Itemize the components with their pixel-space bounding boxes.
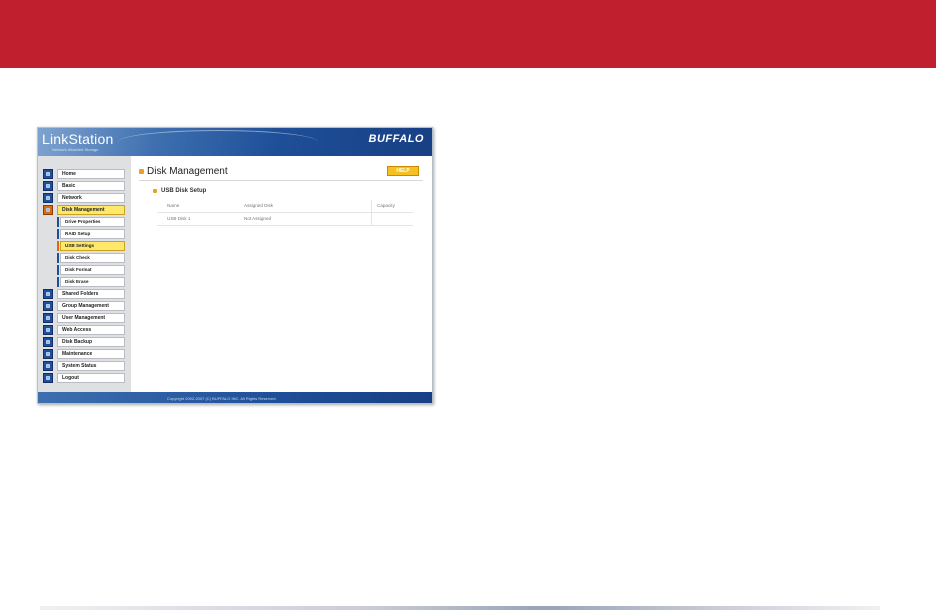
- subnav-marker: [57, 229, 59, 239]
- sidebar-item-home[interactable]: Home: [41, 169, 125, 179]
- subnav-item-disk-erase[interactable]: Disk Erase: [57, 277, 125, 287]
- subnav-item-label: Disk Erase: [60, 277, 125, 287]
- subnav-marker: [57, 253, 59, 263]
- sidebar-nav: Home Basic Network Disk Management Drive…: [38, 156, 131, 392]
- subnav-item-disk-check[interactable]: Disk Check: [57, 253, 125, 263]
- title-bullet-icon: [139, 169, 144, 174]
- sidebar-item-logout[interactable]: Logout: [41, 373, 125, 383]
- subnav-item-label: USB Settings: [60, 241, 125, 251]
- subnav-item-disk-format[interactable]: Disk Format: [57, 265, 125, 275]
- section-title: USB Disk Setup: [161, 188, 207, 194]
- sidebar-item-label: Home: [57, 169, 125, 179]
- sidebar-item-network[interactable]: Network: [41, 193, 125, 203]
- web-icon: [43, 325, 53, 335]
- app-footer: Copyright 2002-2007 (C) BUFFALO INC. All…: [38, 392, 432, 403]
- sidebar-item-disk-backup[interactable]: Disk Backup: [41, 337, 125, 347]
- sidebar-item-web-access[interactable]: Web Access: [41, 325, 125, 335]
- basic-settings-icon: [43, 181, 53, 191]
- sidebar-item-label: Basic: [57, 181, 125, 191]
- subnav-item-drive-properties[interactable]: Drive Properties: [57, 217, 125, 227]
- subnav-marker: [57, 217, 59, 227]
- copyright-text: Copyright 2002-2007 (C) BUFFALO INC. All…: [167, 396, 277, 401]
- logout-icon: [43, 373, 53, 383]
- sidebar-item-label: Maintenance: [57, 349, 125, 359]
- subnav-marker: [57, 265, 59, 275]
- subnav-item-usb-settings[interactable]: USB Settings: [57, 241, 125, 251]
- subnav-item-label: Drive Properties: [60, 217, 125, 227]
- sidebar-item-label: Shared Folders: [57, 289, 125, 299]
- folder-icon: [43, 289, 53, 299]
- subnav-item-label: Disk Format: [60, 265, 125, 275]
- column-header-capacity: Capacity: [377, 203, 395, 208]
- sidebar-item-label: Group Management: [57, 301, 125, 311]
- main-content: Disk Management HELP USB Disk Setup Name…: [131, 156, 432, 392]
- group-icon: [43, 301, 53, 311]
- sidebar-item-label: User Management: [57, 313, 125, 323]
- subnav-item-label: Disk Check: [60, 253, 125, 263]
- backup-icon: [43, 337, 53, 347]
- maintenance-icon: [43, 349, 53, 359]
- app-header: LinkStation Network Attached Storage BUF…: [38, 128, 432, 156]
- section-bullet-icon: [153, 189, 157, 193]
- help-button[interactable]: HELP: [387, 166, 419, 176]
- bottom-gradient-rule: [40, 606, 880, 610]
- sidebar-item-label: Network: [57, 193, 125, 203]
- product-logo[interactable]: LinkStation: [42, 131, 113, 147]
- assigned-disk-value: Not Assigned: [244, 216, 272, 221]
- sidebar-item-shared-folders[interactable]: Shared Folders: [41, 289, 125, 299]
- user-icon: [43, 313, 53, 323]
- sidebar-item-group-management[interactable]: Group Management: [41, 301, 125, 311]
- header-swirl-decoration: [118, 130, 318, 154]
- sidebar-item-label: Disk Management: [57, 205, 125, 215]
- subnav-marker: [57, 241, 59, 251]
- sidebar-item-disk-management[interactable]: Disk Management: [41, 205, 125, 215]
- sidebar-item-user-management[interactable]: User Management: [41, 313, 125, 323]
- title-divider: [139, 180, 423, 181]
- column-divider: [371, 213, 372, 226]
- home-icon: [43, 169, 53, 179]
- red-header-band: [0, 0, 936, 68]
- table-row[interactable]: USB Disk 1 Not Assigned: [157, 213, 413, 226]
- nas-web-ui-screenshot: LinkStation Network Attached Storage BUF…: [37, 127, 433, 404]
- subnav-marker: [57, 277, 59, 287]
- status-icon: [43, 361, 53, 371]
- column-header-name: Name: [167, 203, 180, 208]
- sidebar-item-label: Disk Backup: [57, 337, 125, 347]
- sidebar-item-label: Web Access: [57, 325, 125, 335]
- sidebar-item-basic[interactable]: Basic: [41, 181, 125, 191]
- column-divider: [371, 200, 372, 213]
- sidebar-item-label: Logout: [57, 373, 125, 383]
- usb-disk-table: Name Assigned Disk Capacity USB Disk 1 N…: [157, 200, 413, 226]
- disk-icon: [43, 205, 53, 215]
- network-icon: [43, 193, 53, 203]
- slide-page: LinkStation Network Attached Storage BUF…: [0, 0, 936, 616]
- product-subtitle: Network Attached Storage: [52, 147, 99, 152]
- page-title: Disk Management: [147, 166, 228, 177]
- column-header-assigned-disk: Assigned Disk: [244, 203, 274, 208]
- app-body: Home Basic Network Disk Management Drive…: [38, 156, 432, 392]
- table-header-row: Name Assigned Disk Capacity: [157, 200, 413, 213]
- sidebar-item-system-status[interactable]: System Status: [41, 361, 125, 371]
- brand-logo: BUFFALO: [368, 133, 424, 145]
- sidebar-item-label: System Status: [57, 361, 125, 371]
- sidebar-item-maintenance[interactable]: Maintenance: [41, 349, 125, 359]
- subnav-item-label: RAID Setup: [60, 229, 125, 239]
- usb-disk-name: USB Disk 1: [167, 216, 191, 221]
- subnav-item-raid-setup[interactable]: RAID Setup: [57, 229, 125, 239]
